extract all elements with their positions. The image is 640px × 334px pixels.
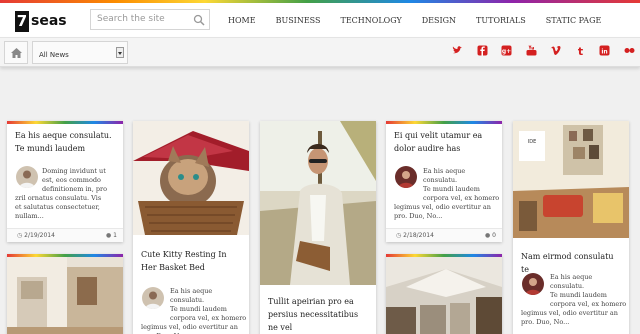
- post-card[interactable]: IDE Nam eirmod consulatu te Ea his aeque…: [513, 121, 629, 334]
- post-excerpt: Ea his aeque consulatu. Te mundi laudem …: [521, 273, 628, 327]
- post-title[interactable]: Cute Kitty Resting In Her Basket Bed: [133, 248, 249, 274]
- post-title[interactable]: Ei qui velit utamur ea dolor audire has: [386, 124, 502, 155]
- header-bar: 7 seas Search the site HOME BUSINESS TEC…: [0, 3, 640, 37]
- avatar: [395, 166, 417, 188]
- post-date-value: 2/18/2014: [403, 232, 434, 239]
- nav-design[interactable]: DESIGN: [412, 6, 466, 36]
- post-image-kitten[interactable]: [133, 121, 249, 235]
- home-icon: [11, 48, 22, 58]
- post-card[interactable]: [7, 254, 123, 334]
- home-button[interactable]: [4, 41, 28, 64]
- youtube-icon[interactable]: [526, 45, 537, 56]
- post-image-interior[interactable]: [7, 257, 123, 334]
- post-card[interactable]: Ea his aeque consulatu. Te mundi laudem …: [7, 121, 123, 242]
- social-links: g+ t in: [452, 45, 640, 56]
- svg-text:t: t: [577, 45, 582, 56]
- avatar: [522, 273, 544, 295]
- comment-count-value: 0: [492, 232, 496, 239]
- chevron-down-icon[interactable]: [116, 47, 124, 58]
- post-card[interactable]: Ei qui velit utamur ea dolor audire has …: [386, 121, 502, 242]
- comment-count[interactable]: ● 1: [106, 229, 117, 242]
- comment-count[interactable]: ● 0: [485, 229, 496, 242]
- post-excerpt: Ea his aeque consulatu. Te mundi laudem …: [141, 287, 248, 334]
- excerpt-line: Te mundi laudem: [423, 185, 480, 193]
- excerpt-line: Te mundi laudem: [170, 305, 227, 313]
- twitter-icon[interactable]: [452, 45, 463, 56]
- post-meta: ◷ 2/18/2014 ● 0: [386, 228, 502, 242]
- excerpt-line: Ea his aeque consulatu.: [170, 287, 213, 304]
- search-input[interactable]: Search the site: [90, 9, 210, 30]
- comment-icon: ●: [106, 232, 112, 239]
- post-excerpt: Doming invidunt ut est, eos commodo defi…: [15, 167, 122, 221]
- clock-icon: ◷: [17, 232, 23, 239]
- post-date: ◷ 2/19/2014: [17, 229, 55, 242]
- post-excerpt: Ea his aeque consulatu. Te mundi laudem …: [394, 167, 501, 221]
- excerpt-line: pro. Duo, No...: [521, 318, 570, 326]
- category-select-value: All News: [39, 51, 69, 59]
- excerpt-line: legimus vel, odio evertitur an: [521, 309, 618, 317]
- post-meta: ◷ 2/19/2014 ● 1: [7, 228, 123, 242]
- excerpt-line: legimus vel, odio evertitur an: [394, 203, 491, 211]
- nav-static-page[interactable]: STATIC PAGE: [536, 6, 612, 36]
- excerpt-line: Ea his aeque consulatu.: [423, 167, 466, 184]
- post-card[interactable]: Cute Kitty Resting In Her Basket Bed Ea …: [133, 121, 249, 334]
- tumblr-icon[interactable]: t: [575, 45, 586, 56]
- google-plus-icon[interactable]: g+: [501, 45, 512, 56]
- nav-home[interactable]: HOME: [218, 6, 266, 36]
- category-select[interactable]: All News: [32, 41, 128, 64]
- facebook-icon[interactable]: [477, 45, 488, 56]
- comment-icon: ●: [485, 232, 491, 239]
- filter-bar: All News g+ t in: [0, 37, 640, 67]
- post-date: ◷ 2/18/2014: [396, 229, 434, 242]
- logo-word: seas: [31, 13, 67, 29]
- svg-text:g+: g+: [502, 48, 511, 55]
- vimeo-icon[interactable]: [550, 45, 561, 56]
- logo[interactable]: 7 seas: [15, 11, 67, 32]
- flickr-icon[interactable]: [624, 45, 635, 56]
- post-date-value: 2/19/2014: [24, 232, 55, 239]
- post-title[interactable]: Ea his aeque consulatu. Te mundi laudem: [7, 124, 123, 155]
- post-card[interactable]: Tullit apeirian pro ea persius necessita…: [260, 121, 376, 334]
- post-title[interactable]: Tullit apeirian pro ea persius necessita…: [260, 295, 376, 334]
- main-nav: HOME BUSINESS TECHNOLOGY DESIGN TUTORIAL…: [218, 6, 611, 36]
- excerpt-line: Te mundi laudem: [550, 291, 607, 299]
- nav-business[interactable]: BUSINESS: [266, 6, 331, 36]
- excerpt-line: corpora vel, ex homero: [170, 314, 247, 322]
- excerpt-line: corpora vel, ex homero: [550, 300, 627, 308]
- logo-number: 7: [15, 11, 29, 32]
- clock-icon: ◷: [396, 232, 402, 239]
- search-placeholder: Search the site: [97, 14, 165, 24]
- nav-technology[interactable]: TECHNOLOGY: [331, 6, 412, 36]
- excerpt-line: legimus vel, odio evertitur an: [141, 323, 238, 331]
- excerpt-line: et salutatus consectetuer, nullam...: [15, 203, 100, 220]
- excerpt-line: corpora vel, ex homero: [423, 194, 500, 202]
- excerpt-line: pro. Duo, No...: [394, 212, 443, 220]
- linkedin-icon[interactable]: in: [599, 45, 610, 56]
- post-image-room[interactable]: [386, 257, 502, 334]
- post-card[interactable]: [386, 254, 502, 334]
- post-image-portrait[interactable]: [260, 121, 376, 285]
- excerpt-line: definitionem in, pro: [42, 185, 108, 193]
- nav-tutorials[interactable]: TUTORIALS: [466, 6, 536, 36]
- excerpt-line: Ea his aeque consulatu.: [550, 273, 593, 290]
- svg-text:IDE: IDE: [528, 139, 536, 145]
- excerpt-line: Doming invidunt ut: [42, 167, 106, 175]
- excerpt-line: est, eos commodo: [42, 176, 101, 184]
- avatar: [16, 166, 38, 188]
- excerpt-line: zril ornatus consulatu. Vis: [15, 194, 102, 202]
- search-icon[interactable]: [193, 14, 205, 26]
- svg-text:in: in: [601, 48, 607, 55]
- comment-count-value: 1: [113, 232, 117, 239]
- post-image-interior[interactable]: IDE: [513, 121, 629, 238]
- avatar: [142, 287, 164, 309]
